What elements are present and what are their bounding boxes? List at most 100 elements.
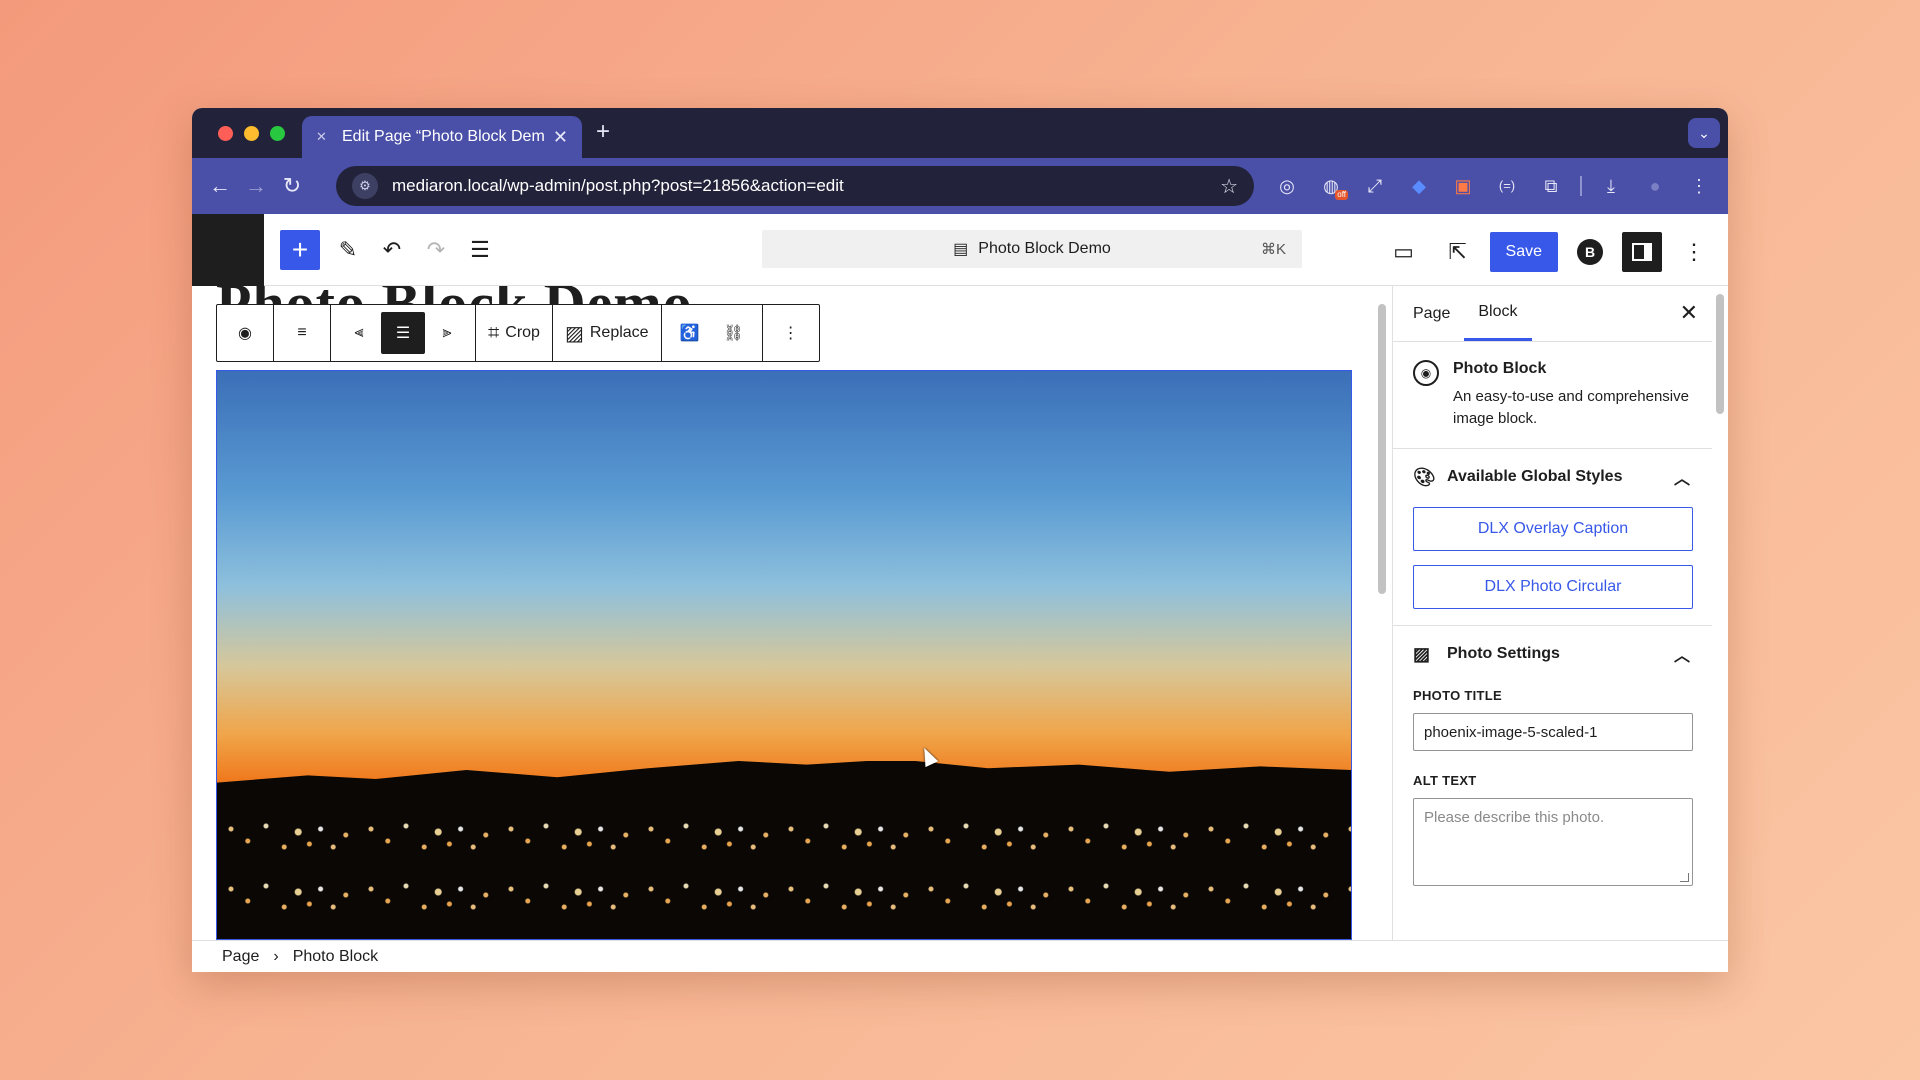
minimize-window-button[interactable] bbox=[244, 125, 259, 141]
photo-title-input[interactable]: phoenix-image-5-scaled-1 bbox=[1413, 713, 1693, 751]
shortcut-hint: ⌘K bbox=[1260, 241, 1286, 258]
browser-tab-active[interactable]: ✕ Edit Page “Photo Block Demo ✕ bbox=[302, 116, 582, 158]
align-right-icon[interactable]: ⫸ bbox=[425, 312, 469, 354]
photo-block-type-icon[interactable]: ◉ bbox=[223, 312, 267, 354]
crop-button[interactable]: ⌗ Crop bbox=[482, 312, 546, 354]
more-options-group: ⋮ bbox=[763, 305, 819, 361]
dlx-photo-circular-button[interactable]: DLX Photo Circular bbox=[1413, 565, 1693, 609]
vertical-align-group: ≡ bbox=[274, 305, 331, 361]
view-page-external-icon[interactable]: ⇱ bbox=[1436, 230, 1480, 274]
profile-avatar-icon[interactable]: ● bbox=[1640, 172, 1670, 200]
breadcrumb-current[interactable]: Photo Block bbox=[293, 948, 378, 966]
command-palette-bar[interactable]: ▤ Photo Block Demo ⌘K bbox=[762, 230, 1302, 268]
browser-toolbar: ← → ↻ ⚙ mediaron.local/wp-admin/post.php… bbox=[192, 158, 1728, 214]
extension-orange-icon[interactable]: ▣ bbox=[1448, 172, 1478, 200]
site-icon-area[interactable] bbox=[192, 214, 264, 286]
align-left-icon[interactable]: ⫷ bbox=[337, 312, 381, 354]
address-bar[interactable]: ⚙ mediaron.local/wp-admin/post.php?post=… bbox=[336, 166, 1254, 206]
forward-arrow-icon[interactable]: → bbox=[238, 173, 274, 199]
browser-menu-icon[interactable]: ⋮ bbox=[1684, 172, 1714, 200]
back-arrow-icon[interactable]: ← bbox=[202, 173, 238, 199]
tab-block[interactable]: Block bbox=[1464, 286, 1532, 341]
palette-icon: 🎨︎ bbox=[1413, 466, 1436, 487]
alt-text-textarea[interactable]: Please describe this photo. bbox=[1413, 798, 1693, 886]
settings-sidebar-toggle-icon[interactable] bbox=[1622, 232, 1662, 272]
extension-off-icon[interactable]: ◍ off bbox=[1316, 172, 1348, 200]
downloads-icon[interactable]: ⤓ bbox=[1596, 172, 1626, 200]
browser-window: ✕ Edit Page “Photo Block Demo ✕ + ⌄ ← → … bbox=[192, 108, 1728, 972]
wordpress-favicon-icon: ✕ bbox=[316, 129, 327, 144]
alignment-group: ⫷ ☰ ⫸ bbox=[331, 305, 476, 361]
maximize-window-button[interactable] bbox=[270, 125, 285, 141]
accessibility-icon[interactable]: ♿ bbox=[668, 312, 712, 354]
tools-pencil-icon[interactable]: ✎ bbox=[326, 228, 370, 272]
bookmark-star-icon[interactable]: ☆ bbox=[1220, 174, 1238, 199]
header-actions: ▭ ⇱ Save B ⋮ bbox=[1382, 230, 1716, 274]
photo-settings-panel: ▨ Photo Settings ︿ PHOTO TITLE phoenix-i… bbox=[1393, 626, 1712, 902]
extensions-puzzle-icon[interactable]: ⧉ bbox=[1536, 172, 1566, 200]
dlx-overlay-caption-button[interactable]: DLX Overlay Caption bbox=[1413, 507, 1693, 551]
wordpress-editor: + ✎ ↶ ↷ ☰ ▤ Photo Block Demo ⌘K ▭ ⇱ Save… bbox=[192, 214, 1728, 972]
align-vertical-icon[interactable]: ≡ bbox=[280, 312, 324, 354]
more-options-icon[interactable]: ⋮ bbox=[769, 312, 813, 354]
new-tab-button[interactable]: + bbox=[596, 120, 610, 144]
device-preview-icon[interactable]: ▭ bbox=[1382, 230, 1426, 274]
link-icon[interactable]: ⛓ bbox=[712, 312, 756, 354]
tab-page[interactable]: Page bbox=[1399, 286, 1464, 341]
photo-settings-panel-header[interactable]: ▨ Photo Settings ︿ bbox=[1413, 642, 1694, 666]
block-name: Photo Block bbox=[1453, 360, 1547, 377]
crop-group: ⌗ Crop bbox=[476, 305, 553, 361]
photo-block-icon: ◉ bbox=[1413, 360, 1439, 386]
tab-search-chevron-icon[interactable]: ⌄ bbox=[1688, 118, 1720, 148]
toolbar-divider bbox=[1580, 176, 1582, 196]
sidebar-scrollbar[interactable] bbox=[1716, 294, 1724, 414]
undo-icon[interactable]: ↶ bbox=[370, 228, 414, 272]
plugin-b-icon[interactable]: B bbox=[1568, 230, 1612, 274]
editor-canvas: Photo Block Demo ◉ ≡ ⫷ ☰ ⫸ ⌗ Crop bbox=[192, 286, 1376, 940]
breadcrumb: Page › Photo Block bbox=[192, 940, 1728, 972]
photo-block-image[interactable] bbox=[216, 370, 1352, 940]
photo-settings-title: Photo Settings bbox=[1447, 645, 1560, 662]
breadcrumb-separator-icon: › bbox=[273, 947, 279, 965]
replace-label: Replace bbox=[589, 324, 649, 341]
redo-icon[interactable]: ↷ bbox=[414, 228, 458, 272]
crop-icon: ⌗ bbox=[488, 321, 500, 344]
close-tab-icon[interactable]: ✕ bbox=[553, 127, 568, 148]
plugin-b-badge: B bbox=[1577, 239, 1603, 265]
block-type-group: ◉ bbox=[217, 305, 274, 361]
canvas-scrollbar[interactable] bbox=[1378, 304, 1386, 594]
save-button[interactable]: Save bbox=[1489, 232, 1558, 272]
browser-tab-bar: ✕ Edit Page “Photo Block Demo ✕ + ⌄ bbox=[192, 108, 1728, 158]
replace-group: ▨ Replace bbox=[553, 305, 662, 361]
accessibility-link-group: ♿ ⛓ bbox=[662, 305, 763, 361]
editor-header: + ✎ ↶ ↷ ☰ ▤ Photo Block Demo ⌘K ▭ ⇱ Save… bbox=[264, 214, 1728, 286]
window-controls bbox=[218, 125, 285, 141]
close-window-button[interactable] bbox=[218, 125, 233, 141]
block-inserter-plus-icon[interactable]: + bbox=[280, 229, 320, 270]
block-description: An easy-to-use and comprehensive image b… bbox=[1453, 388, 1689, 427]
tab-title: Edit Page “Photo Block Demo bbox=[342, 128, 545, 145]
url-text: mediaron.local/wp-admin/post.php?post=21… bbox=[392, 176, 844, 195]
block-card: ◉ Photo Block An easy-to-use and compreh… bbox=[1393, 342, 1712, 449]
photo-title-label: PHOTO TITLE bbox=[1413, 688, 1503, 703]
extension-off-badge: off bbox=[1335, 190, 1348, 200]
site-settings-icon[interactable]: ⚙ bbox=[352, 173, 378, 199]
document-overview-icon[interactable]: ☰ bbox=[458, 228, 502, 272]
align-center-icon[interactable]: ☰ bbox=[381, 312, 425, 354]
extensions-row: ◎ ◍ off ⤢ ◆ ▣ (=) ⧉ ⤓ ● ⋮ bbox=[1272, 172, 1714, 200]
document-title: Photo Block Demo bbox=[978, 240, 1111, 257]
extension-tag-icon[interactable]: ◆ bbox=[1404, 172, 1434, 200]
chevron-up-icon[interactable]: ︿ bbox=[1674, 642, 1690, 666]
reload-icon[interactable]: ↻ bbox=[274, 173, 310, 199]
alt-text-label: ALT TEXT bbox=[1413, 773, 1477, 788]
breadcrumb-page[interactable]: Page bbox=[222, 948, 259, 966]
extension-lens-icon[interactable]: ◎ bbox=[1272, 172, 1302, 200]
extension-brackets-icon[interactable]: (=) bbox=[1492, 172, 1522, 200]
close-sidebar-icon[interactable]: ✕ bbox=[1680, 300, 1698, 326]
global-styles-panel-header[interactable]: 🎨︎ Available Global Styles ︿ bbox=[1413, 465, 1694, 489]
replace-button[interactable]: ▨ Replace bbox=[559, 312, 655, 354]
global-styles-panel: 🎨︎ Available Global Styles ︿ DLX Overlay… bbox=[1393, 449, 1712, 626]
options-menu-icon[interactable]: ⋮ bbox=[1672, 230, 1716, 274]
chevron-up-icon[interactable]: ︿ bbox=[1674, 465, 1690, 489]
expand-arrows-icon[interactable]: ⤢ bbox=[1360, 172, 1390, 200]
